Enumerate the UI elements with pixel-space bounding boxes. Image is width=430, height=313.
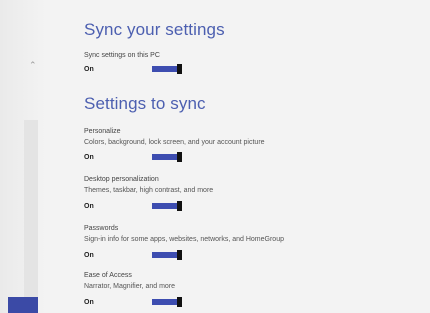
toggle-thumb: [177, 64, 182, 74]
toggle-thumb: [177, 297, 182, 307]
scrollbar-thumb[interactable]: [8, 297, 38, 313]
ease-of-access-label: Ease of Access: [84, 272, 132, 279]
settings-to-sync-heading: Settings to sync: [84, 94, 206, 113]
desktop-personalization-label: Desktop personalization: [84, 176, 159, 183]
ease-of-access-state: On: [84, 299, 94, 306]
chevron-up-icon[interactable]: ⌃: [29, 60, 37, 71]
personalize-toggle[interactable]: [152, 152, 182, 162]
desktop-personalization-toggle[interactable]: [152, 201, 182, 211]
sync-toggle[interactable]: [152, 64, 182, 74]
personalize-description: Colors, background, lock screen, and you…: [84, 139, 265, 146]
passwords-description: Sign-in info for some apps, websites, ne…: [84, 236, 284, 243]
passwords-toggle[interactable]: [152, 250, 182, 260]
ease-of-access-toggle[interactable]: [152, 297, 182, 307]
ease-of-access-description: Narrator, Magnifier, and more: [84, 283, 176, 290]
sync-toggle-label: Sync settings on this PC: [84, 52, 160, 59]
personalize-label: Personalize: [84, 128, 121, 135]
personalize-state: On: [84, 154, 94, 161]
scrollbar-track[interactable]: [24, 120, 38, 313]
passwords-label: Passwords: [84, 225, 119, 232]
passwords-state: On: [84, 252, 94, 259]
desktop-personalization-state: On: [84, 203, 94, 210]
sync-heading: Sync your settings: [84, 20, 225, 39]
desktop-personalization-description: Themes, taskbar, high contrast, and more: [84, 187, 214, 194]
settings-screen: ⌃ Sync your settings Sync settings on th…: [0, 0, 430, 313]
toggle-thumb: [177, 201, 182, 211]
left-rail: [0, 0, 46, 313]
sync-toggle-state: On: [84, 66, 94, 73]
toggle-thumb: [177, 250, 182, 260]
toggle-thumb: [177, 152, 182, 162]
